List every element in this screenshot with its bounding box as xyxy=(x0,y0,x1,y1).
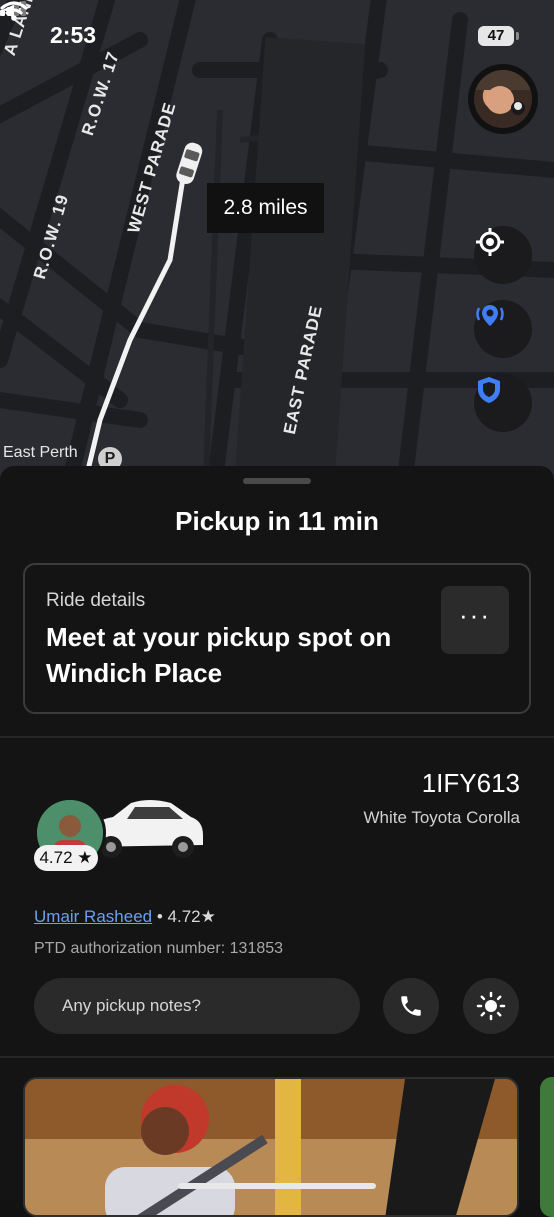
wifi-icon xyxy=(0,1,28,21)
promo-banner-next[interactable] xyxy=(540,1077,554,1217)
profile-avatar[interactable] xyxy=(468,64,538,134)
ptd-authorization: PTD authorization number: 131853 xyxy=(34,940,284,957)
distance-label: 2.8 miles xyxy=(207,183,324,233)
share-location-button[interactable] xyxy=(474,300,532,358)
section-divider xyxy=(0,736,554,738)
recenter-icon xyxy=(476,228,504,256)
map-roads xyxy=(0,0,554,520)
call-driver-button[interactable] xyxy=(383,978,439,1034)
pickup-notes-input[interactable]: Any pickup notes? xyxy=(34,978,360,1034)
trip-sheet[interactable]: Pickup in 11 min Ride details Meet at yo… xyxy=(0,466,554,1217)
home-indicator[interactable] xyxy=(178,1183,376,1189)
driver-rating-chip: 4.72 ★ xyxy=(34,845,98,871)
license-plate: 1IFY613 xyxy=(421,768,520,798)
share-location-icon xyxy=(476,305,504,326)
promo-banner[interactable] xyxy=(23,1077,519,1217)
pickup-eta-title: Pickup in 11 min xyxy=(175,506,379,536)
avatar-photo xyxy=(474,70,532,128)
recenter-button[interactable] xyxy=(474,226,532,284)
battery-icon: 47 xyxy=(478,26,514,46)
brightness-button[interactable] xyxy=(463,978,519,1034)
place-label: East Perth xyxy=(3,444,78,461)
safety-button[interactable] xyxy=(474,374,532,432)
more-options-button[interactable]: ··· xyxy=(441,586,509,654)
safety-shield-icon xyxy=(478,377,500,403)
driver-info-line: Umair Rasheed • 4.72★ xyxy=(34,907,216,927)
ride-details-label: Ride details xyxy=(46,590,146,611)
phone-icon xyxy=(401,996,421,1016)
avatar-face-icon xyxy=(474,70,532,115)
battery-nub xyxy=(516,32,519,40)
status-bar: 2:53 47 xyxy=(0,0,554,70)
map-view[interactable]: A LANE R.O.W. 17 WEST PARADE R.O.W. 19 E… xyxy=(0,0,554,520)
driver-rating-inline: • 4.72★ xyxy=(156,907,216,926)
promo-illustration xyxy=(25,1079,517,1215)
ride-details-message: Meet at your pickup spot on Windich Plac… xyxy=(46,622,392,688)
car-marker-icon xyxy=(176,142,203,185)
section-divider-2 xyxy=(0,1056,554,1058)
sheet-grabber[interactable] xyxy=(243,478,311,484)
car-model: White Toyota Corolla xyxy=(363,808,520,827)
ride-details-card[interactable]: Ride details Meet at your pickup spot on… xyxy=(23,563,531,714)
brightness-icon xyxy=(476,991,506,1021)
status-time: 2:53 xyxy=(50,22,97,48)
driver-name-link[interactable]: Umair Rasheed xyxy=(34,907,152,926)
